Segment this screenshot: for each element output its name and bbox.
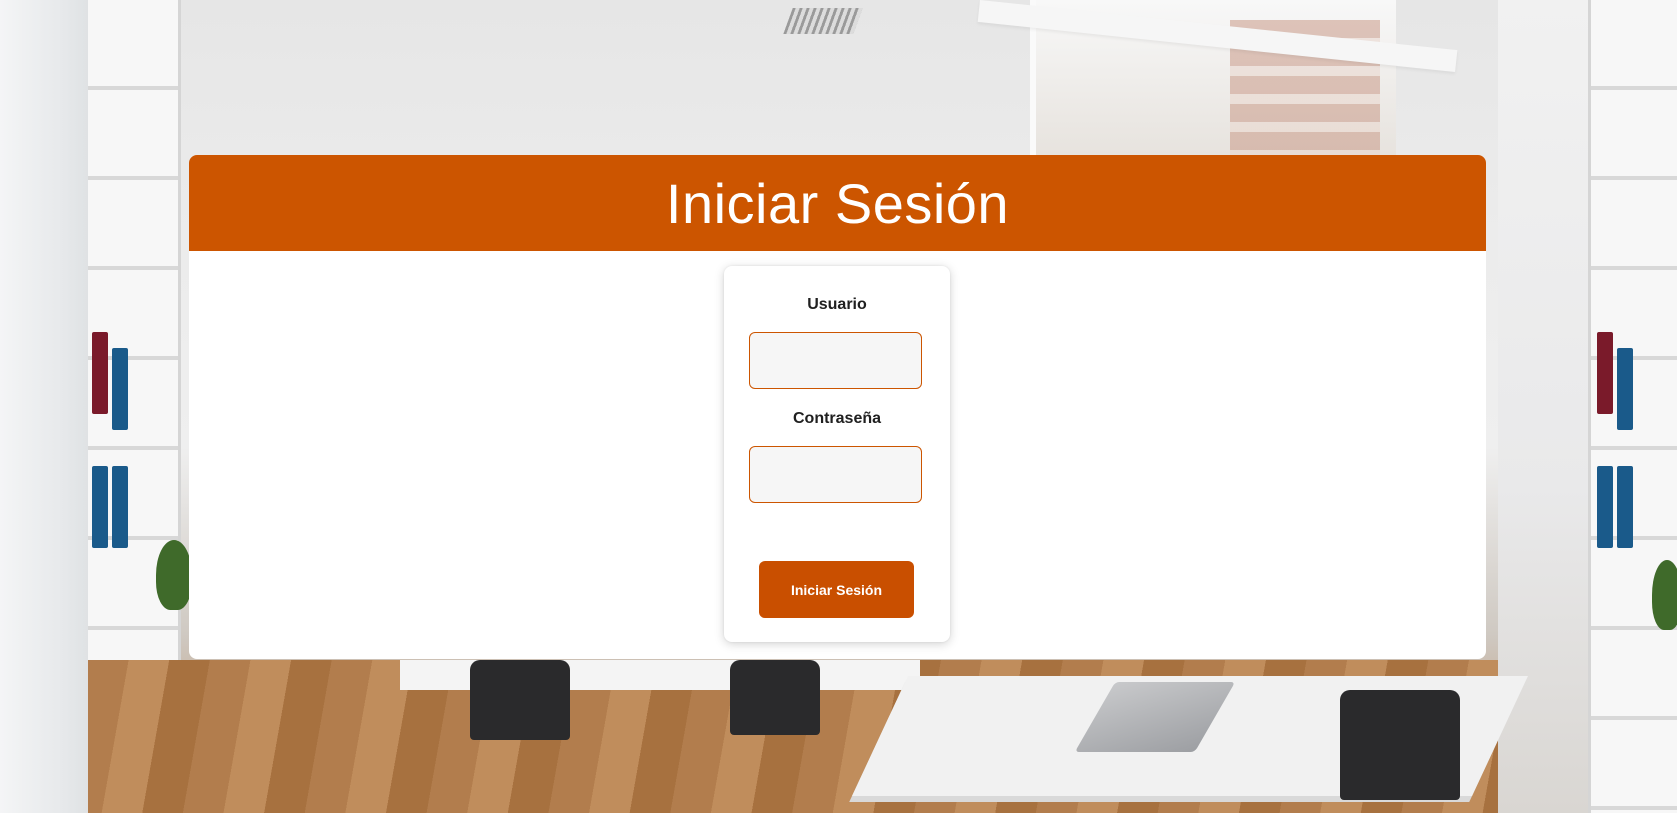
background-air-vent bbox=[783, 8, 863, 34]
background-left-edge bbox=[0, 0, 88, 813]
background-binder bbox=[1617, 348, 1633, 430]
password-label: Contraseña bbox=[792, 410, 882, 427]
background-binder bbox=[1597, 332, 1613, 414]
background-binder bbox=[112, 348, 128, 430]
background-chair bbox=[1340, 690, 1460, 800]
login-button[interactable]: Iniciar Sesión bbox=[759, 561, 914, 618]
background-chair bbox=[470, 660, 570, 740]
background-plant bbox=[1652, 560, 1677, 630]
background-binder bbox=[112, 466, 128, 548]
background-binder bbox=[92, 466, 108, 548]
background-binder bbox=[92, 332, 108, 414]
login-panel: Iniciar Sesión Usuario Contraseña Inicia… bbox=[189, 155, 1486, 659]
background-binder bbox=[1617, 466, 1633, 548]
password-input[interactable] bbox=[749, 446, 922, 503]
login-header: Iniciar Sesión bbox=[189, 155, 1486, 251]
background-binder bbox=[1597, 466, 1613, 548]
page-title: Iniciar Sesión bbox=[665, 171, 1010, 235]
login-form: Usuario Contraseña Iniciar Sesión bbox=[724, 266, 950, 642]
username-label: Usuario bbox=[807, 296, 867, 313]
background-plant bbox=[156, 540, 192, 610]
background-chair bbox=[730, 660, 820, 735]
username-input[interactable] bbox=[749, 332, 922, 389]
background-shelf-right bbox=[1588, 0, 1677, 813]
